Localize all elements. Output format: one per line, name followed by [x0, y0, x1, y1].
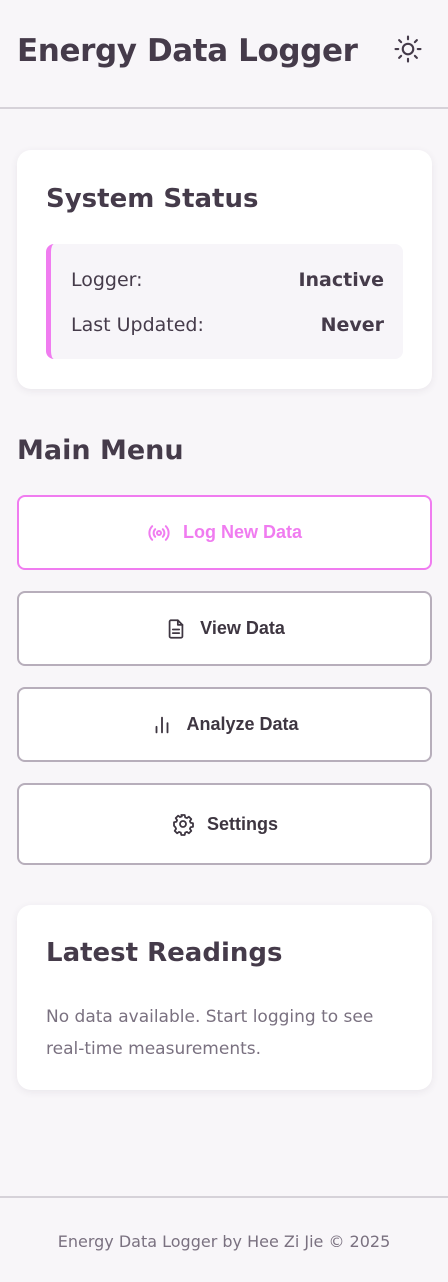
logger-status-row: Logger: Inactive — [71, 269, 384, 291]
log-new-data-button[interactable]: Log New Data — [17, 495, 432, 570]
analyze-data-label: Analyze Data — [186, 714, 299, 734]
bar-chart-icon — [150, 713, 174, 737]
system-status-card: System Status Logger: Inactive Last Upda… — [17, 150, 432, 389]
view-data-button[interactable]: View Data — [17, 591, 432, 666]
no-data-message: No data available. Start logging to see … — [46, 1007, 374, 1059]
logger-value: Inactive — [298, 269, 384, 291]
gear-icon — [171, 812, 195, 836]
broadcast-icon — [147, 521, 171, 545]
analyze-data-button[interactable]: Analyze Data — [17, 687, 432, 762]
footer-credit: Energy Data Logger by Hee Zi Jie © 2025 — [57, 1232, 391, 1251]
settings-label: Settings — [206, 813, 278, 834]
system-status-title: System Status — [46, 184, 259, 214]
latest-readings-title: Latest Readings — [46, 938, 283, 968]
main-menu-title: Main Menu — [17, 435, 184, 466]
page-footer: Energy Data Logger by Hee Zi Jie © 2025 — [0, 1196, 448, 1282]
app-header: Energy Data Logger — [0, 0, 448, 109]
last-updated-row: Last Updated: Never — [71, 314, 384, 336]
latest-readings-card: Latest Readings No data available. Start… — [17, 905, 432, 1090]
document-icon — [164, 617, 188, 641]
last-updated-value: Never — [320, 314, 384, 336]
sun-icon — [394, 35, 422, 63]
view-data-label: View Data — [200, 618, 285, 638]
log-new-data-label: Log New Data — [182, 522, 302, 542]
settings-button[interactable]: Settings — [17, 783, 432, 865]
app-title: Energy Data Logger — [17, 33, 358, 69]
theme-toggle-button[interactable] — [391, 32, 425, 66]
status-panel: Logger: Inactive Last Updated: Never — [46, 244, 403, 359]
logger-label: Logger: — [71, 269, 143, 291]
last-updated-label: Last Updated: — [71, 314, 204, 336]
